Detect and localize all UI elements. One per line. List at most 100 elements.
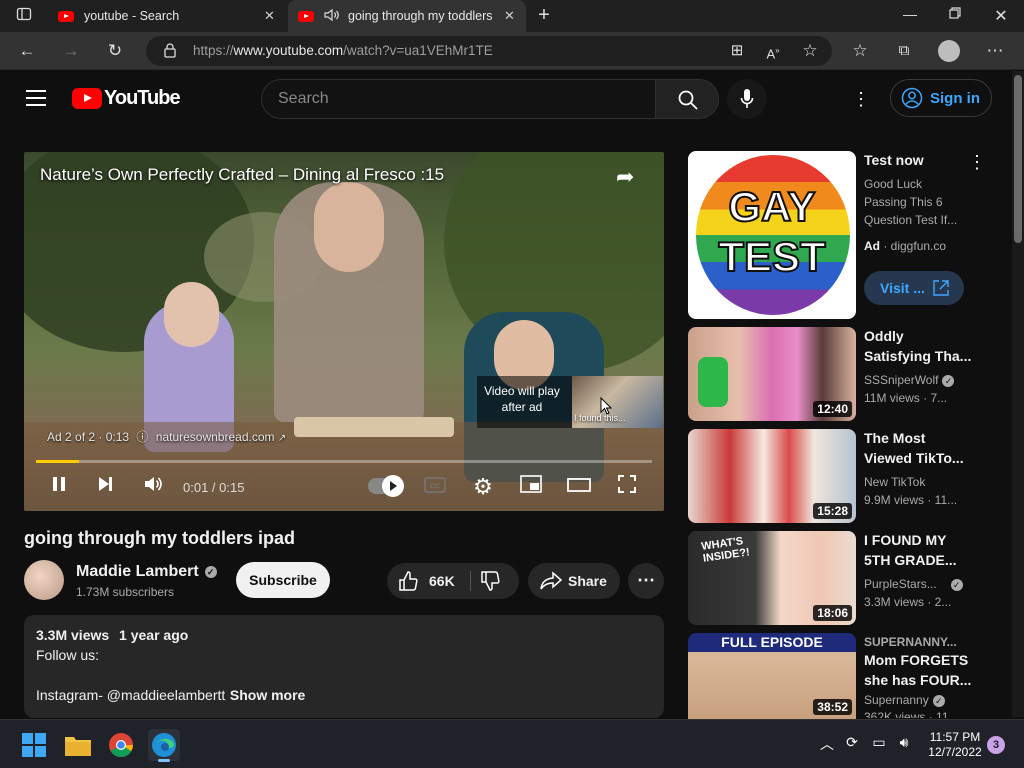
- youtube-logo[interactable]: YouTube: [72, 87, 181, 110]
- miniplayer-icon[interactable]: [518, 474, 544, 500]
- mouse-cursor-icon: [600, 396, 613, 420]
- scrollbar-thumb[interactable]: [1014, 75, 1022, 243]
- video-player[interactable]: Nature’s Own Perfectly Crafted – Dining …: [24, 152, 664, 511]
- captions-icon[interactable]: CC: [422, 474, 448, 500]
- page-scrollbar[interactable]: [1012, 71, 1024, 717]
- theater-mode-icon[interactable]: [566, 474, 592, 500]
- video-thumbnail[interactable]: 12:40: [688, 327, 856, 421]
- chrome-icon[interactable]: [105, 729, 137, 761]
- sign-in-button[interactable]: Sign in: [890, 79, 992, 117]
- tab-youtube-search[interactable]: youtube - Search ✕: [48, 0, 286, 32]
- video-title[interactable]: Oddly: [864, 326, 904, 346]
- app-available-icon[interactable]: ⊞: [726, 40, 748, 62]
- ad-domain-link[interactable]: naturesownbread.com: [156, 430, 275, 444]
- speaker-icon[interactable]: [324, 8, 340, 25]
- video-channel[interactable]: New TikTok: [864, 475, 925, 489]
- autoplay-toggle[interactable]: [368, 475, 404, 497]
- volume-tray-icon[interactable]: 🔊︎: [895, 734, 913, 751]
- video-title[interactable]: Mom FORGETS: [864, 650, 968, 670]
- edge-icon[interactable]: [148, 729, 180, 762]
- show-more-button[interactable]: Show more: [230, 687, 305, 703]
- pause-icon[interactable]: [46, 474, 72, 500]
- description-box[interactable]: 3.3M views 1 year ago Follow us: Instagr…: [24, 615, 664, 718]
- system-clock[interactable]: 11:57 PM 12/7/2022: [922, 730, 988, 760]
- url-text[interactable]: https://www.youtube.com/watch?v=ua1VEhMr…: [193, 43, 493, 58]
- microphone-icon: [740, 89, 754, 108]
- voice-search-button[interactable]: [727, 79, 767, 119]
- ad-counter: Ad 2 of 2 · 0:13: [47, 430, 130, 444]
- display-icon[interactable]: ▭: [870, 734, 888, 751]
- ad-title[interactable]: Nature’s Own Perfectly Crafted – Dining …: [40, 165, 444, 185]
- minimize-icon[interactable]: —: [900, 6, 920, 22]
- progress-fill: [36, 460, 80, 463]
- video-title[interactable]: I FOUND MY: [864, 530, 946, 550]
- collections-icon[interactable]: ⧉: [893, 40, 915, 62]
- external-link-icon[interactable]: ↗: [278, 433, 286, 444]
- read-aloud-icon[interactable]: A»: [762, 40, 784, 65]
- menu-icon[interactable]: [26, 90, 46, 106]
- share-button[interactable]: Share: [528, 563, 620, 599]
- sync-icon[interactable]: ⟳: [843, 734, 861, 751]
- video-thumbnail[interactable]: FULL EPISODE 38:52: [688, 633, 856, 719]
- lock-icon[interactable]: [164, 43, 176, 63]
- channel-name: PurpleStars...: [864, 577, 937, 591]
- dislike-button[interactable]: [479, 570, 501, 595]
- new-tab-icon[interactable]: +: [534, 4, 554, 27]
- tab-current-video[interactable]: going through my toddlers ✕: [288, 0, 526, 32]
- tab-actions-icon[interactable]: [14, 6, 34, 25]
- forward-arrow-icon[interactable]: →: [60, 40, 82, 62]
- notification-badge[interactable]: 3: [987, 736, 1005, 754]
- video-title[interactable]: Satisfying Tha...: [864, 346, 971, 366]
- video-title[interactable]: she has FOUR...: [864, 670, 971, 690]
- video-title[interactable]: The Most: [864, 428, 925, 448]
- more-actions-button[interactable]: ⋯: [628, 563, 664, 599]
- video-thumbnail[interactable]: WHAT'S INSIDE?! 18:06: [688, 531, 856, 625]
- close-icon[interactable]: ✕: [504, 8, 515, 24]
- info-icon[interactable]: ⓘ: [136, 430, 148, 444]
- chevron-up-icon[interactable]: ︿: [818, 734, 836, 754]
- fullscreen-icon[interactable]: [614, 474, 640, 501]
- progress-bar[interactable]: [36, 460, 652, 463]
- volume-icon[interactable]: [140, 474, 166, 500]
- refresh-icon[interactable]: ↻: [104, 40, 126, 62]
- ad-description: Good Luck: [864, 177, 923, 191]
- like-button[interactable]: 66K: [397, 563, 469, 599]
- windows-start-icon[interactable]: [18, 729, 50, 761]
- restore-icon[interactable]: [945, 6, 965, 22]
- settings-kebab-icon[interactable]: ⋮: [850, 89, 872, 110]
- back-arrow-icon[interactable]: ←: [16, 40, 38, 62]
- ad-title[interactable]: Test now: [864, 150, 924, 170]
- search-button[interactable]: [655, 79, 719, 119]
- share-arrow-icon[interactable]: ➦: [616, 164, 634, 190]
- subscribe-button[interactable]: Subscribe: [236, 562, 330, 598]
- svg-text:CC: CC: [430, 484, 440, 491]
- advertiser-name: diggfun.co: [890, 239, 947, 253]
- ad-thumbnail[interactable]: GAY TEST: [688, 151, 856, 319]
- search-input[interactable]: Search: [261, 79, 656, 119]
- profile-avatar[interactable]: [938, 40, 960, 62]
- video-channel[interactable]: SSSniperWolf ✓: [864, 373, 955, 387]
- settings-gear-icon[interactable]: ⚙: [470, 474, 496, 500]
- channel-avatar[interactable]: [24, 560, 64, 600]
- video-title[interactable]: 5TH GRADE...: [864, 550, 957, 570]
- video-channel[interactable]: Supernanny ✓: [864, 693, 945, 707]
- next-icon[interactable]: [92, 474, 118, 500]
- file-explorer-icon[interactable]: [62, 729, 94, 761]
- thumbs-up-icon: [399, 571, 418, 591]
- video-channel[interactable]: PurpleStars... ✓: [864, 577, 963, 591]
- ad-description: Passing This 6: [864, 195, 943, 209]
- close-icon[interactable]: ✕: [264, 8, 275, 24]
- ad-more-icon[interactable]: ⋮: [968, 152, 986, 173]
- thumbs-down-icon: [481, 571, 500, 591]
- video-thumbnail[interactable]: 15:28: [688, 429, 856, 523]
- favorites-icon[interactable]: ☆: [849, 40, 871, 62]
- settings-more-icon[interactable]: ⋯: [984, 40, 1006, 62]
- ad-description: Question Test If...: [864, 213, 958, 227]
- visit-site-button[interactable]: Visit ...: [864, 271, 964, 305]
- video-will-play-preview[interactable]: Video will play after ad I found this...: [477, 376, 663, 428]
- sign-in-label: Sign in: [930, 89, 980, 107]
- close-window-icon[interactable]: ✕: [991, 6, 1011, 26]
- channel-name[interactable]: Maddie Lambert ✓: [76, 563, 217, 581]
- add-favorite-icon[interactable]: ☆: [799, 40, 821, 62]
- video-title[interactable]: Viewed TikTo...: [864, 448, 964, 468]
